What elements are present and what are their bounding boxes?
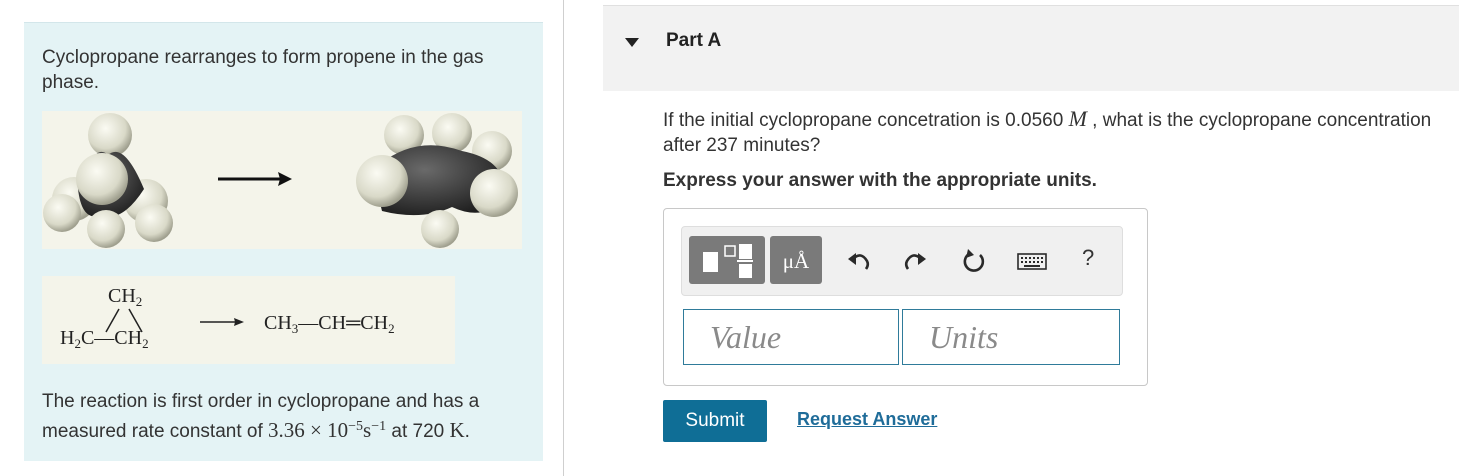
- keyboard-icon[interactable]: [1016, 247, 1048, 275]
- undo-icon[interactable]: [845, 247, 873, 275]
- reset-icon[interactable]: [960, 247, 988, 275]
- redo-icon[interactable]: [901, 247, 929, 275]
- templates-icon[interactable]: [689, 236, 765, 284]
- cyclopropane-model: [43, 113, 173, 248]
- part-title: Part A: [666, 30, 722, 51]
- problem-description: The reaction is first order in cycloprop…: [42, 391, 480, 442]
- svg-text:CH2: CH2: [108, 285, 142, 309]
- answer-instruction: Express your answer with the appropriate…: [663, 170, 1097, 191]
- help-icon[interactable]: ?: [1082, 245, 1094, 271]
- temperature-unit: K: [449, 418, 465, 442]
- units-input[interactable]: Units: [902, 309, 1120, 365]
- propene-model: [356, 113, 518, 248]
- reaction-arrow-graphic: [218, 172, 292, 186]
- math-toolbar: μÅ ?: [681, 226, 1123, 296]
- molarity-unit: M: [1068, 106, 1087, 131]
- submit-button[interactable]: Submit: [663, 400, 767, 442]
- problem-intro: Cyclopropane rearranges to form propene …: [42, 47, 484, 93]
- question-text: If the initial cyclopropane concetration…: [663, 106, 1432, 156]
- svg-text:H2C—CH2: H2C—CH2: [60, 327, 149, 351]
- problem-panel: Cyclopropane rearranges to form propene …: [24, 22, 543, 461]
- answer-box: μÅ ? Value Units: [663, 208, 1148, 386]
- reaction-equation: CH2 H2C—CH2 CH3—CH═CH2: [42, 276, 455, 364]
- collapse-caret-icon[interactable]: [625, 38, 639, 47]
- rate-constant: 3.36 × 10−5s−1: [268, 418, 387, 442]
- value-input[interactable]: Value: [683, 309, 899, 365]
- svg-text:CH3—CH═CH2: CH3—CH═CH2: [264, 312, 395, 336]
- part-header[interactable]: Part A: [603, 5, 1459, 91]
- molecule-image: [42, 111, 522, 249]
- panel-divider: [563, 0, 564, 476]
- request-answer-link[interactable]: Request Answer: [797, 409, 937, 430]
- units-icon[interactable]: μÅ: [770, 236, 822, 284]
